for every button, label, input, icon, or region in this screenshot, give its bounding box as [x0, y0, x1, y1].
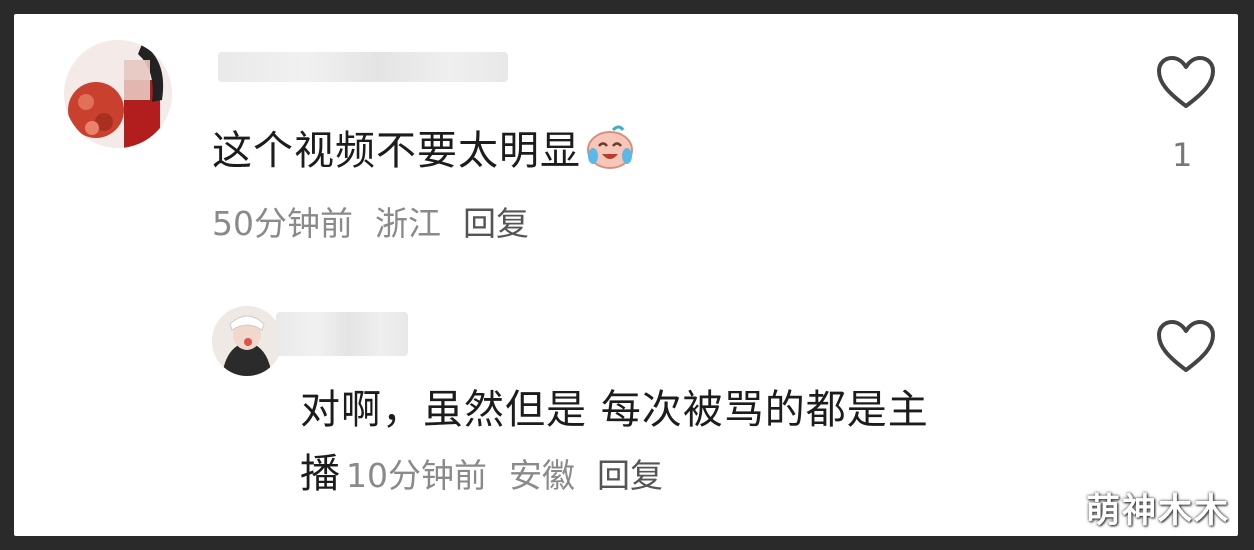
- username-blurred[interactable]: [276, 312, 408, 356]
- watermark: 萌神木木: [1086, 491, 1230, 531]
- like-count: 1: [1172, 136, 1193, 174]
- avatar[interactable]: [212, 306, 282, 376]
- username-blurred[interactable]: [218, 52, 508, 82]
- reply-button[interactable]: 回复: [463, 204, 529, 243]
- avatar[interactable]: [64, 40, 172, 148]
- comment-meta: 10分钟前 安徽 回复: [346, 456, 685, 496]
- comment-time: 50分钟前: [212, 204, 353, 243]
- reply-button[interactable]: 回复: [597, 456, 663, 495]
- comment-text: 这个视频不要太明显: [212, 124, 635, 181]
- comment-location: 浙江: [375, 204, 441, 243]
- comment-text: 对啊，虽然但是 每次被骂的都是主: [300, 387, 929, 433]
- comment-location: 安徽: [509, 456, 575, 495]
- comment-time: 10分钟前: [346, 456, 487, 495]
- like-icon[interactable]: [1155, 318, 1217, 374]
- crying-laughing-icon: [585, 124, 635, 181]
- comment-panel: 这个视频不要太明显 50分钟前 浙江 回复 1 对啊，虽然但是 每次被骂的都是主…: [14, 14, 1238, 536]
- comment-meta: 50分钟前 浙江 回复: [212, 204, 551, 244]
- comment-text-continuation: 播: [300, 451, 340, 497]
- like-icon[interactable]: [1155, 54, 1217, 110]
